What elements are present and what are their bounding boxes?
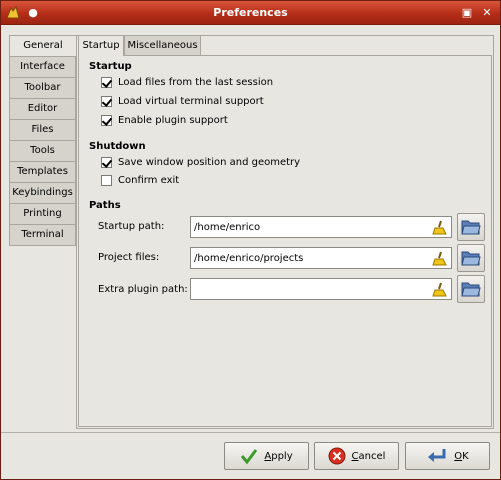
confirm-exit-option[interactable]: Confirm exit: [101, 173, 179, 187]
ok-mnemonic: O: [454, 450, 463, 462]
startup-path-field[interactable]: /home/enrico: [190, 216, 452, 238]
ok-label: K: [462, 450, 469, 462]
tab-tools[interactable]: Tools: [9, 141, 76, 162]
close-icon[interactable]: ✕: [479, 5, 495, 21]
tab-files[interactable]: Files: [9, 120, 76, 141]
tab-startup[interactable]: Startup: [78, 35, 124, 56]
startup-panel: [78, 55, 492, 427]
tab-interface[interactable]: Interface: [9, 57, 76, 78]
paths-heading: Paths: [89, 200, 121, 211]
project-files-label: Project files:: [98, 252, 160, 263]
load-session-option[interactable]: Load files from the last session: [101, 75, 273, 89]
load-session-label: Load files from the last session: [118, 76, 274, 88]
tab-general[interactable]: General: [9, 35, 76, 57]
clear-broom-icon[interactable]: [432, 282, 448, 298]
tab-templates[interactable]: Templates: [9, 162, 76, 183]
project-files-field[interactable]: /home/enrico/projects: [190, 247, 452, 269]
folder-open-icon: [461, 282, 481, 297]
enable-plugins-checkbox[interactable]: [101, 114, 112, 126]
extra-plugin-path-field[interactable]: [190, 278, 452, 300]
confirm-exit-label: Confirm exit: [118, 174, 180, 186]
load-vte-label: Load virtual terminal support: [118, 95, 264, 107]
preferences-window: ● Preferences ▣ ✕ General Interface Tool…: [0, 0, 501, 480]
enable-plugins-label: Enable plugin support: [118, 114, 228, 126]
enable-plugins-option[interactable]: Enable plugin support: [101, 113, 228, 127]
tab-terminal[interactable]: Terminal: [9, 225, 76, 246]
titlebar[interactable]: ● Preferences ▣ ✕: [1, 1, 500, 25]
tab-keybindings[interactable]: Keybindings: [9, 183, 76, 204]
folder-open-icon: [461, 220, 481, 235]
clear-broom-icon[interactable]: [432, 220, 448, 236]
project-files-value: /home/enrico/projects: [194, 253, 304, 264]
confirm-exit-checkbox[interactable]: [101, 174, 112, 186]
enter-arrow-icon: [428, 449, 446, 462]
cancel-mnemonic: C: [351, 450, 359, 462]
save-geometry-option[interactable]: Save window position and geometry: [101, 155, 300, 169]
ok-button[interactable]: OK: [405, 442, 490, 470]
shutdown-heading: Shutdown: [89, 141, 146, 152]
extra-plugin-path-open-button[interactable]: [457, 275, 485, 303]
startup-heading: Startup: [89, 61, 132, 72]
extra-plugin-path-label: Extra plugin path:: [98, 284, 188, 295]
window-title: Preferences: [213, 6, 288, 19]
maximize-icon[interactable]: ▣: [459, 5, 475, 21]
tab-printing[interactable]: Printing: [9, 204, 76, 225]
cancel-button[interactable]: Cancel: [314, 442, 399, 470]
cancel-label: ancel: [358, 450, 386, 462]
save-geometry-checkbox[interactable]: [101, 156, 112, 168]
load-vte-option[interactable]: Load virtual terminal support: [101, 94, 264, 108]
project-files-open-button[interactable]: [457, 244, 485, 272]
tab-toolbar[interactable]: Toolbar: [9, 78, 76, 99]
tab-editor[interactable]: Editor: [9, 99, 76, 120]
startup-path-value: /home/enrico: [194, 222, 261, 233]
clear-broom-icon[interactable]: [432, 251, 448, 267]
tab-miscellaneous[interactable]: Miscellaneous: [124, 35, 201, 55]
startup-path-open-button[interactable]: [457, 213, 485, 241]
apply-button[interactable]: Apply: [224, 442, 309, 470]
checkmark-icon: [241, 449, 258, 465]
apply-label: pply: [271, 450, 293, 462]
left-tab-list: General Interface Toolbar Editor Files T…: [9, 35, 76, 246]
startup-path-label: Startup path:: [98, 221, 165, 232]
cancel-icon: [328, 447, 346, 465]
dialog-separator: [1, 432, 500, 433]
load-session-checkbox[interactable]: [101, 76, 112, 88]
save-geometry-label: Save window position and geometry: [118, 156, 301, 168]
folder-open-icon: [461, 251, 481, 266]
load-vte-checkbox[interactable]: [101, 95, 112, 107]
